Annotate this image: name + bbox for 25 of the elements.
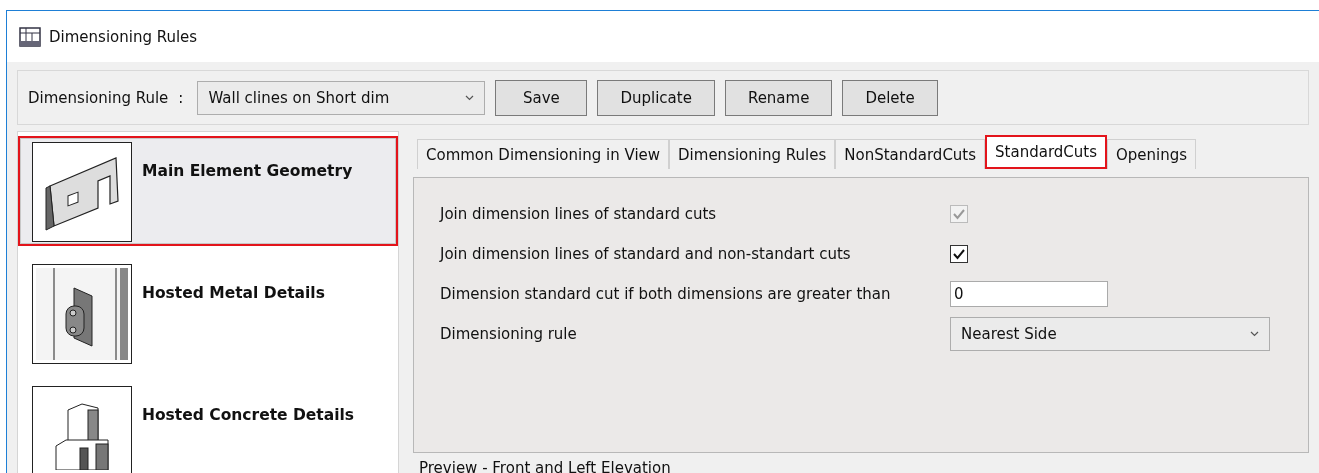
input-field[interactable]: 0	[950, 281, 1108, 307]
rule-label: Dimensioning Rule	[28, 88, 169, 107]
tab[interactable]: Openings	[1107, 139, 1197, 169]
setting-label: Join dimension lines of standard cuts	[440, 204, 718, 225]
caret-icon	[1250, 331, 1259, 337]
caret-icon	[465, 94, 475, 101]
tab[interactable]: NonStandardCuts	[835, 139, 986, 169]
setting-label: Dimensioning rule	[440, 324, 578, 345]
rule-dropdown[interactable]: Wall clines on Short dim	[197, 80, 486, 115]
toolbar-button[interactable]: Rename	[724, 79, 833, 116]
tab[interactable]: StandardCuts	[985, 135, 1107, 169]
setting-label: Dimension standard cut if both dimensions are greater than	[440, 284, 892, 305]
category-item[interactable]: Main Element Geometry	[18, 136, 398, 246]
preview-group-title: Preview - Front and Left Elevation	[418, 459, 672, 473]
window-title: Dimensioning Rules	[49, 27, 198, 46]
toolbar-button[interactable]: Delete	[842, 79, 938, 116]
tab[interactable]: Dimensioning Rules	[669, 139, 836, 169]
setting-label: Join dimension lines of standard and non-standart cuts	[440, 244, 852, 265]
colon-separator: :	[178, 88, 184, 107]
checkbox[interactable]	[950, 245, 968, 263]
toolbar-button[interactable]: Duplicate	[597, 79, 715, 116]
rule-dropdown[interactable]: Nearest Side	[950, 317, 1270, 351]
toolbar-button[interactable]: Save	[495, 79, 588, 116]
tab[interactable]: Common Dimensioning in View	[417, 139, 670, 169]
table-icon	[19, 26, 41, 47]
